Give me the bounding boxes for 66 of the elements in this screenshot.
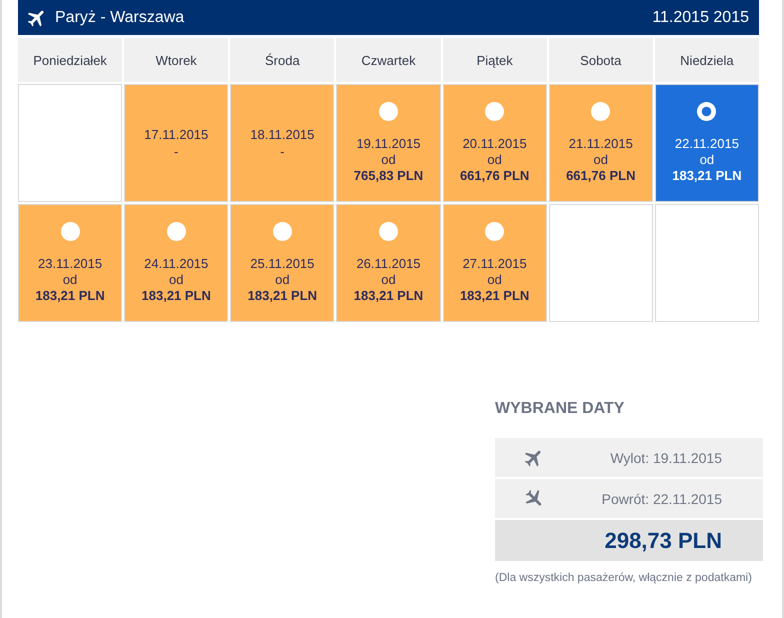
- day-date: 25.11.2015: [250, 256, 314, 272]
- from-label: od: [594, 152, 608, 168]
- day-date: 23.11.2015: [38, 256, 102, 272]
- day-date: 19.11.2015: [356, 136, 421, 152]
- day-date: 17.11.2015: [144, 126, 208, 142]
- day-cell[interactable]: 26.11.2015 od 183,21 PLN: [336, 204, 441, 322]
- weekday-header: Sobota: [548, 38, 653, 82]
- day-date: 24.11.2015: [144, 256, 208, 272]
- weekday-header: Niedziela: [654, 38, 759, 82]
- day-cell[interactable]: 19.11.2015 od 765,83 PLN: [336, 84, 441, 202]
- day-date: 22.11.2015: [674, 136, 739, 152]
- route-title: Paryż - Warszawa: [55, 8, 184, 26]
- airplane-icon: [525, 490, 543, 508]
- from-label: od: [487, 272, 502, 288]
- total-price: 298,73 PLN: [495, 520, 763, 561]
- radio-button[interactable]: [166, 222, 186, 241]
- day-price: 183,21 PLN: [460, 288, 530, 304]
- weekday-header: Piątek: [442, 38, 547, 82]
- day-date: 27.11.2015: [462, 256, 527, 272]
- weekday-header: Środa: [230, 38, 334, 82]
- day-cell[interactable]: 22.11.2015 od 183,21 PLN: [654, 84, 759, 202]
- return-date: Powrót: 22.11.2015: [602, 490, 722, 506]
- from-label: od: [381, 152, 396, 168]
- no-price-dash: -: [280, 142, 285, 160]
- day-price: 183,21 PLN: [248, 288, 318, 304]
- from-label: od: [168, 272, 184, 288]
- day-cell[interactable]: 23.11.2015 od 183,21 PLN: [18, 204, 122, 322]
- departure-date: Wylot: 19.11.2015: [610, 450, 722, 466]
- radio-button[interactable]: [378, 222, 398, 241]
- weekday-header: Wtorek: [124, 38, 228, 82]
- from-label: od: [381, 272, 396, 288]
- day-cell[interactable]: 24.11.2015 od 183,21 PLN: [124, 204, 228, 322]
- weekday-header: Czwartek: [336, 38, 441, 82]
- from-label: od: [487, 152, 502, 168]
- day-date: 26.11.2015: [356, 256, 421, 272]
- radio-button[interactable]: [60, 222, 80, 241]
- radio-button[interactable]: [378, 102, 398, 121]
- day-price: 183,21 PLN: [672, 168, 742, 184]
- day-price: 183,21 PLN: [35, 288, 105, 304]
- day-cell[interactable]: 27.11.2015 od 183,21 PLN: [442, 204, 547, 322]
- day-cell[interactable]: 20.11.2015 od 661,76 PLN: [442, 84, 547, 202]
- radio-button[interactable]: [697, 102, 716, 121]
- month-label: 11.2015 2015: [652, 8, 749, 26]
- day-price: 765,83 PLN: [354, 168, 424, 184]
- radio-button[interactable]: [485, 222, 504, 241]
- radio-button[interactable]: [485, 102, 504, 121]
- day-price: 183,21 PLN: [142, 288, 211, 304]
- day-price: 183,21 PLN: [354, 288, 424, 304]
- day-date: 21.11.2015: [568, 136, 633, 152]
- day-cell[interactable]: 21.11.2015 od 661,76 PLN: [548, 84, 653, 202]
- radio-button[interactable]: [272, 222, 292, 241]
- price-note: (Dla wszystkich pasażerów, włącznie z podatkami): [495, 572, 753, 584]
- airplane-icon: [525, 448, 543, 466]
- no-price-dash: -: [174, 142, 178, 160]
- day-price: 661,76 PLN: [460, 168, 530, 184]
- radio-button[interactable]: [591, 102, 610, 121]
- day-cell[interactable]: 25.11.2015 od 183,21 PLN: [230, 204, 334, 322]
- from-label: od: [275, 272, 290, 288]
- summary-heading: WYBRANE DATY: [495, 399, 626, 419]
- weekday-header: Poniedziałek: [18, 38, 122, 82]
- airplane-icon: [28, 8, 46, 26]
- from-label: od: [700, 152, 714, 168]
- from-label: od: [62, 272, 78, 288]
- day-date: 20.11.2015: [462, 136, 527, 152]
- day-date: 18.11.2015: [250, 126, 314, 142]
- day-price: 661,76 PLN: [566, 168, 636, 184]
